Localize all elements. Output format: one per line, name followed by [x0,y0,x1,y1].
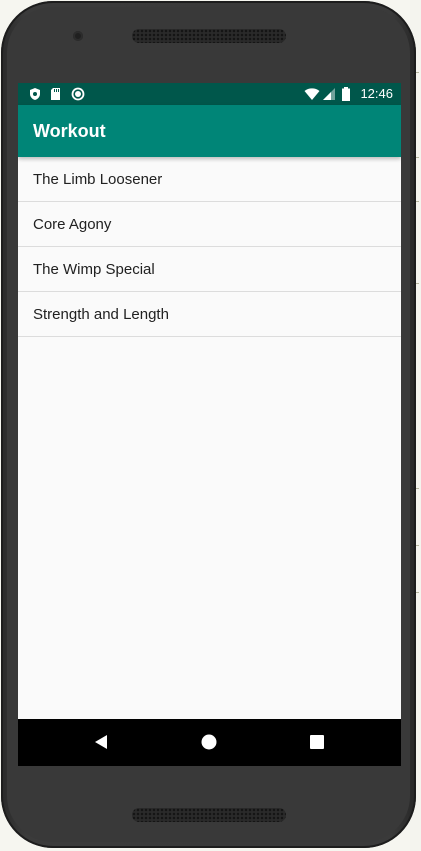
shield-icon [30,88,40,100]
cell-signal-icon [323,88,335,100]
list-item[interactable]: The Wimp Special [18,247,401,292]
sd-card-icon [51,88,60,100]
navigation-bar [18,719,401,766]
wifi-icon [304,88,320,100]
recents-icon[interactable] [307,732,327,752]
home-icon[interactable] [199,732,219,752]
device-frame-stage: 12:46 Workout The Limb Loosener Core Ago… [0,0,421,851]
circle-icon [71,87,85,101]
bottom-speaker-grille [132,808,286,822]
phone-body: 12:46 Workout The Limb Loosener Core Ago… [1,1,416,848]
top-speaker-grille [132,29,286,43]
status-bar: 12:46 [18,83,401,105]
list-item[interactable]: Strength and Length [18,292,401,337]
front-camera [73,31,83,41]
list-item[interactable]: Core Agony [18,202,401,247]
list-item[interactable]: The Limb Loosener [18,157,401,202]
back-icon[interactable] [91,732,111,752]
status-time: 12:46 [360,86,393,101]
battery-icon [342,87,350,101]
workout-list: The Limb Loosener Core Agony The Wimp Sp… [18,157,401,337]
app-title: Workout [33,121,106,141]
phone-screen: 12:46 Workout The Limb Loosener Core Ago… [18,83,401,766]
app-bar: Workout [18,105,401,157]
